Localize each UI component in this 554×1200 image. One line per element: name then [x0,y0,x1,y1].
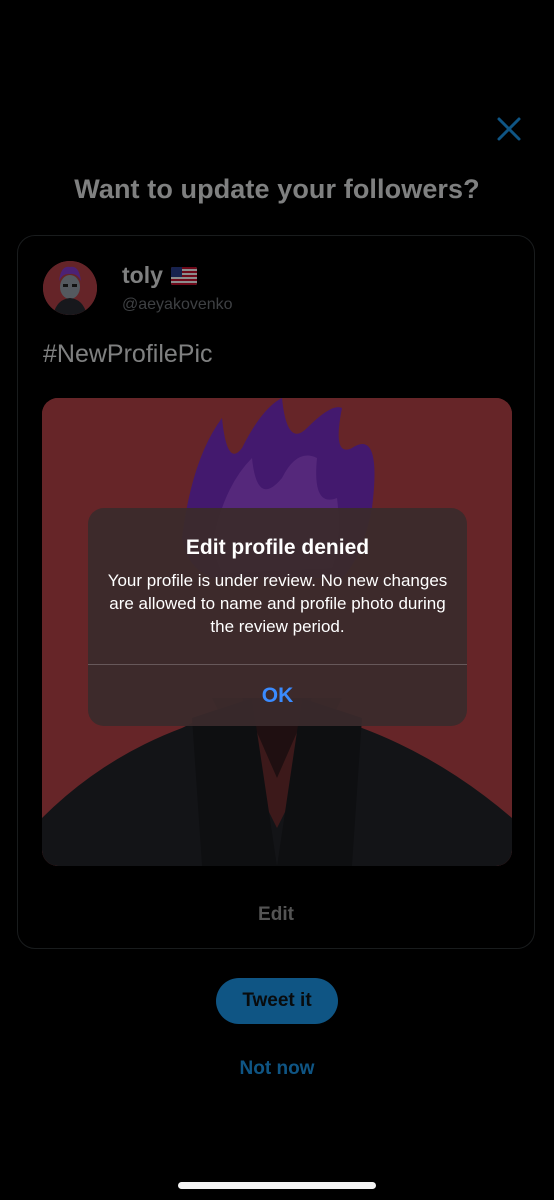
close-button[interactable] [492,112,526,146]
tweet-text: #NewProfilePic [43,340,213,368]
user-handle: @aeyakovenko [122,296,233,313]
avatar [43,261,97,315]
avatar-image [43,261,97,315]
display-name: toly [122,262,163,288]
alert-ok-button[interactable]: OK [88,665,467,726]
name-row: toly [122,262,197,289]
not-now-button[interactable]: Not now [0,1058,554,1080]
page-title: Want to update your followers? [74,174,480,204]
edit-button[interactable]: Edit [18,904,534,926]
us-flag-icon [170,266,197,285]
home-indicator[interactable] [178,1182,376,1189]
edit-profile-denied-alert: Edit profile denied Your profile is unde… [88,508,467,726]
tweet-it-button[interactable]: Tweet it [216,978,338,1024]
update-followers-screen: Want to update your followers? toly @aey… [0,0,554,1200]
alert-message: Your profile is under review. No new cha… [107,571,448,636]
close-icon [497,117,521,141]
alert-title: Edit profile denied [185,536,370,559]
